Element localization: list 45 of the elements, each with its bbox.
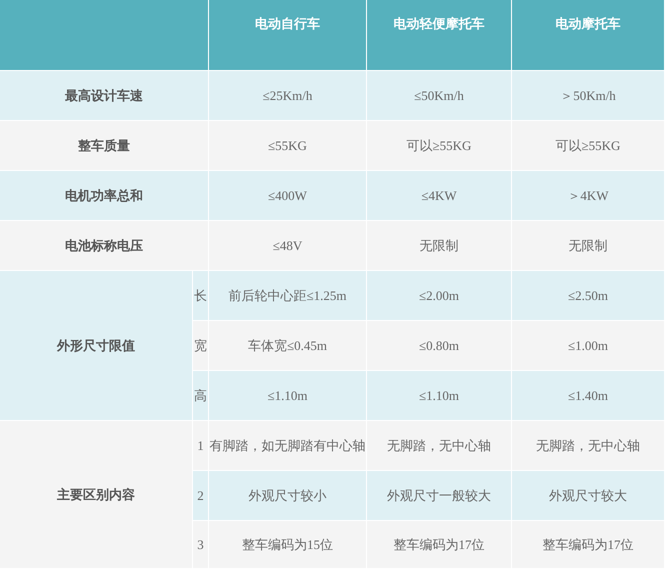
table-cell-text: ≤1.40m	[568, 386, 608, 405]
row-marker: 1	[197, 436, 204, 455]
row-label: 整车质量	[78, 136, 130, 155]
table-cell-text: 前后轮中心距≤1.25m	[228, 286, 346, 305]
row-label: 最高设计车速	[65, 86, 143, 105]
table-cell-text: ≤2.50m	[568, 286, 608, 305]
row-marker: 长	[194, 286, 207, 305]
table-cell-text: ≤400W	[268, 186, 307, 205]
table-cell-text: 有脚踏，如无脚踏有中心轴	[210, 436, 366, 455]
column-header: 电动轻便摩托车	[394, 15, 484, 33]
table-cell-text: ≤55KG	[268, 136, 307, 155]
table-cell-text: ＞4KW	[567, 186, 609, 205]
table-cell-text: 无脚踏，无中心轴	[387, 436, 491, 455]
table-cell-text: 整车编码为17位	[394, 536, 484, 554]
table-cell-text: 无限制	[420, 236, 458, 255]
table-cell-text: 外观尺寸一般较大	[387, 486, 491, 505]
table-cell-text: ≤50Km/h	[414, 86, 464, 105]
table-cell-text: 无脚踏，无中心轴	[536, 436, 640, 455]
table-cell-text: ≤4KW	[421, 186, 457, 205]
table-cell-text: 外观尺寸较大	[549, 486, 627, 505]
row-marker: 宽	[194, 336, 207, 355]
row-label: 外形尺寸限值	[57, 336, 135, 355]
row-marker: 高	[194, 386, 207, 405]
column-header: 电动自行车	[255, 15, 320, 33]
table-cell-text: ≤48V	[272, 236, 302, 255]
table-cell-text: ≤1.10m	[268, 386, 308, 405]
table-cell-text: 可以≥55KG	[556, 136, 620, 155]
row-label: 主要区别内容	[57, 486, 135, 504]
table-cell-text: 整车编码为17位	[542, 536, 634, 554]
table-cell-text: ≤1.00m	[568, 336, 608, 355]
table-cell-text: ≤1.10m	[419, 386, 459, 405]
row-label: 电池标称电压	[65, 236, 143, 255]
row-label: 电机功率总和	[65, 186, 143, 205]
column-header: 电动摩托车	[556, 15, 620, 33]
table-cell-text: 车体宽≤0.45m	[248, 336, 327, 355]
row-marker: 3	[197, 536, 204, 554]
table-cell-text: ≤25Km/h	[262, 86, 312, 105]
table-cell-text: ≤0.80m	[419, 336, 459, 355]
table-cell-text: ＞50Km/h	[560, 86, 616, 105]
row-marker: 2	[197, 486, 204, 505]
table-cell-text: 无限制	[568, 236, 608, 255]
table-cell-text: 可以≥55KG	[406, 136, 472, 155]
table-cell-text: 外观尺寸较小	[248, 486, 326, 505]
table-cell-text: ≤2.00m	[419, 286, 459, 305]
table-cell-text: 整车编码为15位	[242, 536, 333, 554]
